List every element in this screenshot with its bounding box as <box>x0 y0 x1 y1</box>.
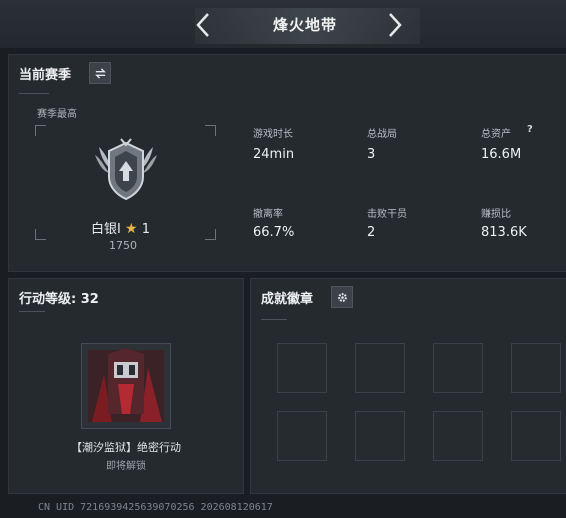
stat-value-assets: 16.6M <box>481 147 522 162</box>
action-level-panel: 行动等级: 32 【潮汐监狱】绝密行动 即将解锁 <box>8 278 244 494</box>
badge-slot[interactable] <box>433 343 483 393</box>
rank-points: 1750 <box>109 239 137 252</box>
season-switch-button[interactable] <box>89 62 111 84</box>
badge-slot[interactable] <box>433 411 483 461</box>
stat-value-matches: 3 <box>367 147 376 162</box>
rank-name: 白银I <box>91 222 121 237</box>
stat-label-profit-ratio: 赚损比 <box>481 209 511 220</box>
divider <box>19 311 45 312</box>
silver-rank-emblem-icon <box>95 138 157 201</box>
stat-value-profit-ratio: 813.6K <box>481 225 527 240</box>
operation-name: 【潮汐监狱】绝密行动 <box>71 441 181 454</box>
achievement-settings-button[interactable] <box>331 286 353 308</box>
achievements-panel: 成就徽章 <box>250 278 566 494</box>
stat-value-playtime: 24min <box>253 147 295 162</box>
prison-operation-icon <box>88 348 164 422</box>
stat-label-matches: 总战局 <box>367 129 397 140</box>
stat-value-extract-rate: 66.7% <box>253 225 295 240</box>
swap-icon <box>94 67 106 79</box>
gear-icon <box>337 292 347 302</box>
divider <box>19 93 49 94</box>
page-title: 烽火地带 <box>272 16 337 34</box>
badge-slot[interactable] <box>355 411 405 461</box>
rank-stars: 1 <box>141 222 150 237</box>
stat-label-assets: 总资产 <box>481 129 511 140</box>
prev-mode-button[interactable] <box>189 10 217 40</box>
top-bar: 烽火地带 <box>0 0 566 48</box>
operation-card[interactable] <box>81 343 171 429</box>
chevron-right-icon <box>389 13 402 37</box>
stat-label-kills: 击败干员 <box>367 209 407 220</box>
operation-status: 即将解锁 <box>106 461 146 472</box>
frame-corner <box>35 125 46 136</box>
badge-slot[interactable] <box>511 343 561 393</box>
stat-label-playtime: 游戏时长 <box>253 129 293 140</box>
badge-slot[interactable] <box>355 343 405 393</box>
season-best-label: 赛季最高 <box>37 109 77 120</box>
chevron-left-icon <box>196 13 209 37</box>
stat-label-extract-rate: 撤离率 <box>253 209 283 220</box>
star-icon: ★ <box>124 221 138 237</box>
rank-display: 白银I ★ 1 <box>91 218 150 237</box>
divider <box>261 319 287 320</box>
achievements-title: 成就徽章 <box>261 292 314 307</box>
badge-slot[interactable] <box>277 343 327 393</box>
frame-corner <box>205 229 216 240</box>
badge-slot[interactable] <box>511 411 561 461</box>
season-panel: 当前赛季 赛季最高 白银I ★ 1 1750 游戏时长 24min 总战局 3 … <box>8 54 566 272</box>
help-icon[interactable]: ? <box>527 124 533 135</box>
action-level-title: 行动等级: 32 <box>19 292 99 307</box>
badge-slot[interactable] <box>277 411 327 461</box>
frame-corner <box>35 229 46 240</box>
stat-value-kills: 2 <box>367 225 376 240</box>
uid-footer: CN UID 7216939425639070256 202608120617 <box>38 502 273 513</box>
frame-corner <box>205 125 216 136</box>
season-panel-title: 当前赛季 <box>19 68 72 83</box>
next-mode-button[interactable] <box>381 10 409 40</box>
